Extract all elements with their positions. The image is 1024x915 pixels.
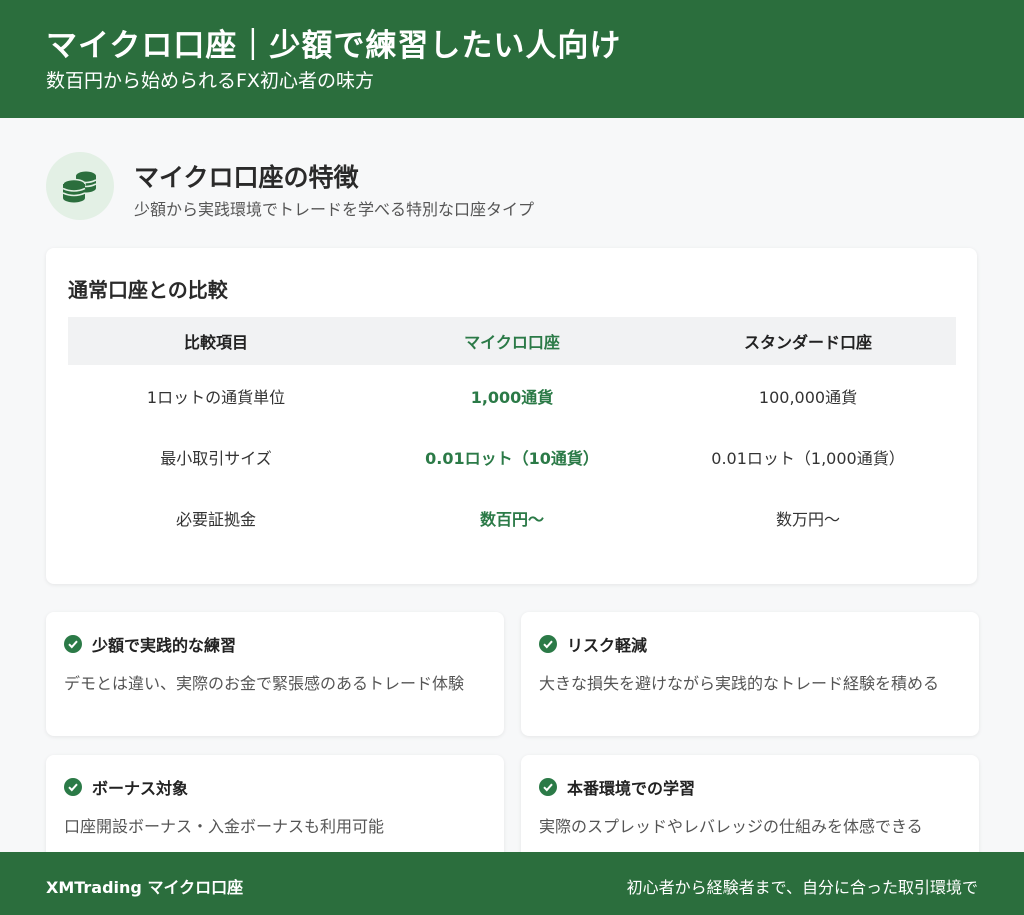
feature-title: 少額で実践的な練習: [92, 636, 237, 655]
table-cell: 数百円〜: [479, 509, 544, 529]
footer-brand: XMTrading マイクロ口座: [46, 878, 244, 897]
page-title: マイクロ口座｜少額で練習したい人向け: [46, 28, 622, 64]
table-header-row: 比較項目 マイクロ口座 スタンダード口座: [68, 317, 956, 365]
table-cell: 最小取引サイズ: [160, 448, 272, 468]
feature-card-risk: リスク軽減 大きな損失を避けながら実践的なトレード経験を積める: [521, 612, 979, 736]
section-title: マイクロ口座の特徴: [134, 163, 359, 192]
check-circle-icon: [64, 635, 82, 653]
page-footer: XMTrading マイクロ口座 初心者から経験者まで、自分に合った取引環境で: [0, 852, 1024, 915]
header-item: 比較項目: [183, 333, 248, 352]
table-row: 1ロットの通貨単位 1,000通貨 100,000通貨: [68, 365, 956, 426]
table-row: 必要証拠金 数百円〜 数万円〜: [68, 487, 956, 548]
coins-icon: [46, 152, 114, 220]
comparison-table: 比較項目 マイクロ口座 スタンダード口座 1ロットの通貨単位 1,000通貨 1…: [68, 317, 956, 548]
feature-text: 実際のスプレッドやレバレッジの仕組みを体感できる: [539, 817, 923, 836]
footer-tagline: 初心者から経験者まで、自分に合った取引環境で: [626, 878, 978, 897]
comparison-card: 通常口座との比較 比較項目 マイクロ口座 スタンダード口座 1ロットの通貨単位 …: [46, 248, 977, 584]
table-cell: 1ロットの通貨単位: [146, 387, 286, 407]
table-cell: 1,000通貨: [470, 387, 554, 407]
feature-title: リスク軽減: [567, 636, 648, 655]
table-cell: 0.01ロット（1,000通貨）: [711, 448, 905, 468]
check-circle-icon: [539, 635, 557, 653]
feature-card-practice: 少額で実践的な練習 デモとは違い、実際のお金で緊張感のあるトレード体験: [46, 612, 504, 736]
section-header: マイクロ口座の特徴 少額から実践環境でトレードを学べる特別な口座タイプ: [46, 152, 976, 222]
table-row: 最小取引サイズ 0.01ロット（10通貨） 0.01ロット（1,000通貨）: [68, 426, 956, 487]
table-cell: 100,000通貨: [758, 387, 858, 407]
check-circle-icon: [539, 778, 557, 796]
feature-text: 大きな損失を避けながら実践的なトレード経験を積める: [539, 674, 940, 693]
table-cell: 必要証拠金: [175, 509, 256, 529]
table-cell: 0.01ロット（10通貨）: [425, 448, 599, 468]
page-header: マイクロ口座｜少額で練習したい人向け 数百円から始められるFX初心者の味方: [0, 0, 1024, 118]
feature-text: デモとは違い、実際のお金で緊張感のあるトレード体験: [64, 674, 465, 693]
feature-title: ボーナス対象: [92, 779, 189, 798]
header-standard: スタンダード口座: [743, 333, 872, 352]
feature-text: 口座開設ボーナス・入金ボーナスも利用可能: [64, 817, 385, 836]
page-subtitle: 数百円から始められるFX初心者の味方: [46, 70, 374, 92]
header-micro: マイクロ口座: [464, 333, 560, 352]
check-circle-icon: [64, 778, 82, 796]
feature-title: 本番環境での学習: [567, 779, 696, 798]
comparison-title: 通常口座との比較: [68, 278, 228, 302]
section-subtitle: 少額から実践環境でトレードを学べる特別な口座タイプ: [134, 200, 535, 219]
table-cell: 数万円〜: [775, 509, 840, 529]
